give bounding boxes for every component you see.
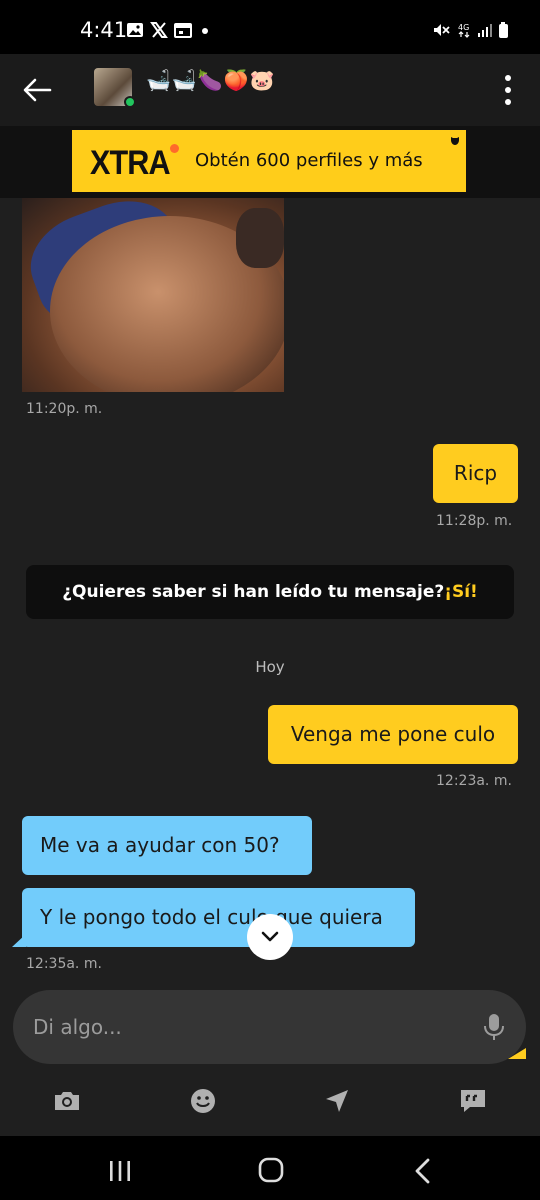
message-time: 11:28p. m. bbox=[436, 513, 513, 529]
signal-icon bbox=[478, 24, 492, 37]
back-nav-icon[interactable] bbox=[412, 1158, 434, 1184]
ad-banner-bar: XTRA Obtén 600 perfiles y más bbox=[0, 126, 540, 198]
outgoing-message[interactable]: Ricp bbox=[433, 444, 518, 503]
calendar-icon bbox=[174, 23, 192, 38]
camera-icon[interactable] bbox=[52, 1086, 82, 1116]
home-icon[interactable] bbox=[258, 1157, 284, 1183]
scroll-to-bottom-button[interactable] bbox=[247, 914, 293, 960]
outgoing-message[interactable]: Venga me pone culo bbox=[268, 705, 518, 764]
gallery-icon bbox=[127, 23, 143, 37]
location-icon[interactable] bbox=[322, 1086, 352, 1116]
more-options-icon[interactable] bbox=[504, 74, 512, 106]
status-bar: 4:41 4G bbox=[0, 0, 540, 54]
bubble-tail bbox=[12, 934, 26, 947]
saved-phrases-icon[interactable] bbox=[458, 1086, 488, 1116]
x-app-icon bbox=[150, 22, 168, 38]
dot-icon bbox=[202, 28, 208, 34]
xtra-logo: XTRA bbox=[90, 144, 171, 182]
read-banner-cta[interactable]: ¡Sí! bbox=[444, 582, 478, 602]
message-text: Me va a ayudar con 50? bbox=[40, 833, 280, 857]
ad-text: Obtén 600 perfiles y más bbox=[195, 150, 423, 171]
emoji-icon[interactable] bbox=[188, 1086, 218, 1116]
system-nav-bar bbox=[0, 1136, 540, 1200]
svg-text:4G: 4G bbox=[458, 23, 469, 32]
chat-header: 🛁🛁🍆🍑🐷 bbox=[0, 54, 540, 126]
grindr-mask-icon bbox=[451, 137, 459, 145]
photo-shape bbox=[236, 208, 284, 268]
battery-icon bbox=[499, 22, 508, 38]
day-separator: Hoy bbox=[255, 658, 285, 676]
message-input[interactable] bbox=[33, 1012, 453, 1042]
back-arrow-icon[interactable] bbox=[22, 76, 52, 104]
mute-icon bbox=[434, 24, 450, 36]
composer-accent bbox=[508, 1048, 526, 1059]
xtra-logo-dot-icon bbox=[170, 144, 179, 153]
status-time: 4:41 bbox=[80, 18, 128, 42]
message-composer bbox=[13, 990, 526, 1064]
contact-name[interactable]: 🛁🛁🍆🍑🐷 bbox=[146, 68, 276, 92]
online-indicator-icon bbox=[124, 96, 136, 108]
ad-banner[interactable]: XTRA Obtén 600 perfiles y más bbox=[72, 130, 466, 192]
read-banner-text: ¿Quieres saber si han leído tu mensaje? bbox=[62, 582, 445, 602]
message-time: 12:23a. m. bbox=[436, 773, 512, 789]
received-photo[interactable] bbox=[22, 198, 284, 392]
message-text: Y le pongo todo el culo que quiera bbox=[40, 905, 383, 929]
chevron-down-icon bbox=[261, 931, 279, 942]
message-text: Ricp bbox=[453, 461, 498, 485]
recent-apps-icon[interactable] bbox=[108, 1160, 132, 1182]
microphone-icon[interactable] bbox=[483, 1012, 505, 1042]
message-time: 11:20p. m. bbox=[26, 401, 103, 417]
incoming-message[interactable]: Y le pongo todo el culo que quiera bbox=[22, 888, 415, 947]
message-time: 12:35a. m. bbox=[26, 956, 102, 972]
incoming-message[interactable]: Me va a ayudar con 50? bbox=[22, 816, 312, 875]
read-receipt-banner[interactable]: ¿Quieres saber si han leído tu mensaje?¡… bbox=[26, 565, 514, 619]
message-text: Venga me pone culo bbox=[290, 722, 496, 746]
4g-icon: 4G bbox=[458, 23, 470, 38]
